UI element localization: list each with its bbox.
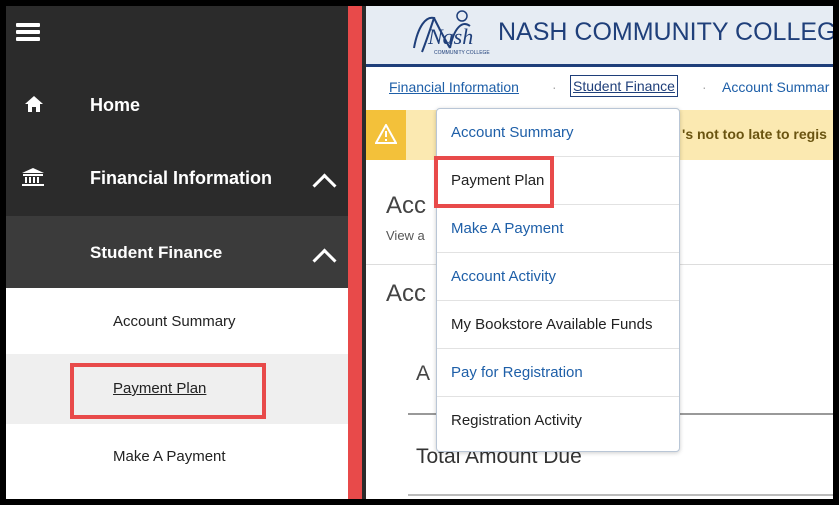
warning-icon bbox=[375, 124, 397, 144]
sidebar-item-label: Home bbox=[90, 95, 141, 115]
sidebar-subitem-make-a-payment[interactable]: Make A Payment bbox=[6, 424, 348, 499]
divider bbox=[408, 494, 833, 496]
svg-text:Nash: Nash bbox=[427, 24, 473, 49]
screenshot-frame: Home Financial Information Student Finan… bbox=[6, 6, 833, 499]
sidebar: Home Financial Information Student Finan… bbox=[6, 6, 348, 499]
home-icon bbox=[25, 96, 43, 112]
divider-strip bbox=[348, 6, 362, 499]
menu-item-registration-activity[interactable]: Registration Activity bbox=[437, 397, 679, 445]
menu-item-my-bookstore-available-funds[interactable]: My Bookstore Available Funds bbox=[437, 301, 679, 349]
sidebar-item-label: Financial Information bbox=[90, 168, 273, 188]
college-name: NASH COMMUNITY COLLEGE bbox=[498, 18, 833, 46]
sidebar-item-student-finance[interactable]: Student Finance bbox=[6, 216, 348, 288]
menu-item-account-summary[interactable]: Account Summary bbox=[437, 109, 679, 157]
breadcrumb-link-account-summary[interactable]: Account Summar bbox=[722, 79, 829, 95]
chevron-up-icon bbox=[312, 248, 337, 273]
hamburger-menu-icon[interactable] bbox=[16, 23, 40, 41]
page-title: Acc bbox=[386, 192, 427, 219]
section-heading: A bbox=[416, 362, 431, 385]
bank-icon bbox=[22, 168, 44, 186]
chevron-up-icon bbox=[312, 173, 337, 198]
menu-item-account-activity[interactable]: Account Activity bbox=[437, 253, 679, 301]
sidebar-subitem-label: Account Summary bbox=[113, 313, 236, 330]
highlight-box-sidebar-payment-plan bbox=[70, 363, 266, 419]
college-logo[interactable]: Nash COMMUNITY COLLEGE bbox=[404, 8, 492, 60]
breadcrumb-separator: · bbox=[702, 79, 707, 95]
alert-icon-container bbox=[366, 110, 406, 160]
college-header: Nash COMMUNITY COLLEGE NASH COMMUNITY CO… bbox=[366, 6, 833, 67]
sidebar-item-label: Student Finance bbox=[90, 243, 223, 262]
sidebar-top bbox=[6, 6, 348, 62]
sidebar-item-home[interactable]: Home bbox=[6, 62, 348, 142]
highlight-box-menu-payment-plan bbox=[434, 156, 554, 208]
breadcrumb: Financial Information · Student Finance … bbox=[366, 69, 833, 109]
page-subtitle: View a bbox=[386, 228, 425, 243]
svg-text:COMMUNITY COLLEGE: COMMUNITY COLLEGE bbox=[434, 50, 490, 56]
sidebar-subitem-account-summary[interactable]: Account Summary bbox=[6, 288, 348, 354]
sidebar-subitem-label: Make A Payment bbox=[113, 448, 226, 465]
alert-text: 's not too late to regis bbox=[682, 126, 827, 142]
breadcrumb-link-financial-information[interactable]: Financial Information bbox=[389, 79, 519, 95]
breadcrumb-separator: · bbox=[552, 79, 557, 95]
sidebar-item-financial-information[interactable]: Financial Information bbox=[6, 142, 348, 216]
section-title: Acc bbox=[386, 280, 427, 307]
menu-item-pay-for-registration[interactable]: Pay for Registration bbox=[437, 349, 679, 397]
menu-item-make-a-payment[interactable]: Make A Payment bbox=[437, 205, 679, 253]
breadcrumb-link-student-finance[interactable]: Student Finance bbox=[570, 75, 678, 97]
